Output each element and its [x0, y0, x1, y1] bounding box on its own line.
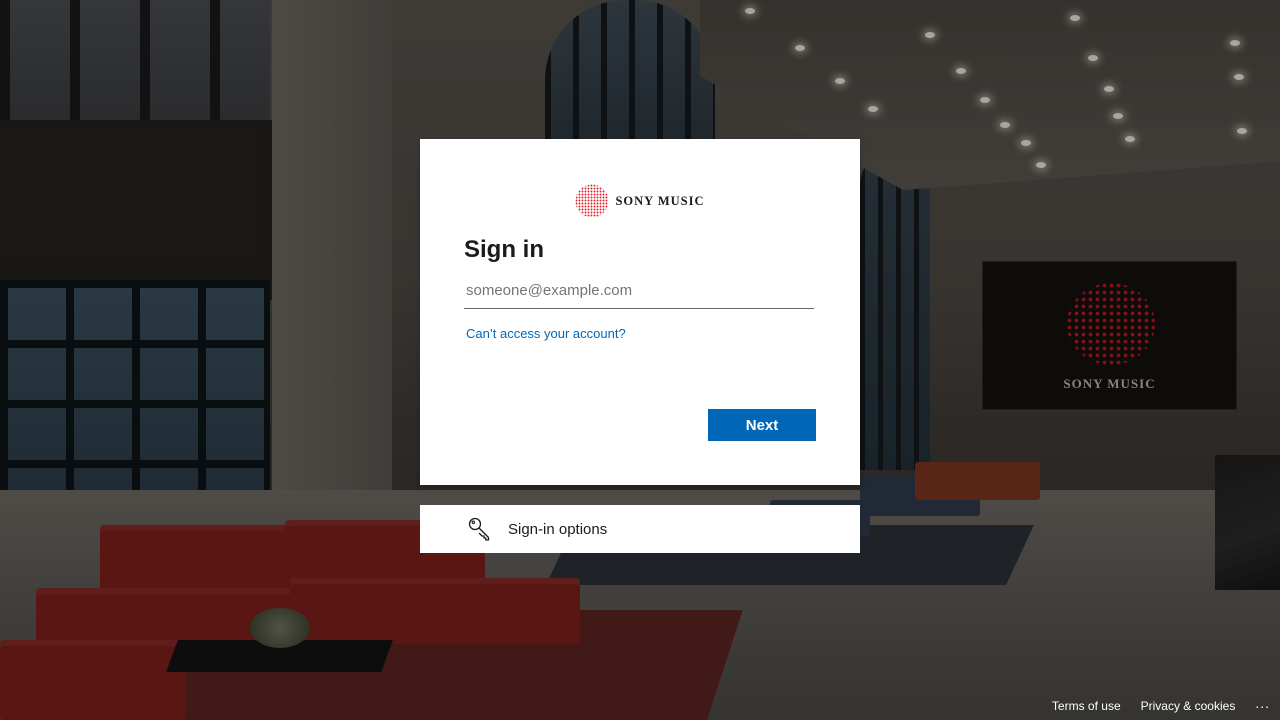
logo-text: SONY MUSIC [615, 193, 705, 208]
company-logo: SONY MUSIC [464, 183, 816, 219]
privacy-cookies-link[interactable]: Privacy & cookies [1141, 699, 1236, 713]
more-options-icon[interactable]: ... [1255, 695, 1270, 717]
signin-options-button[interactable]: Sign-in options [420, 505, 860, 553]
signin-options-label: Sign-in options [508, 520, 608, 538]
cant-access-account-link[interactable]: Can’t access your account? [466, 326, 626, 341]
page-title: Sign in [464, 236, 544, 263]
signin-card: SONY MUSIC Sign in Can’t access your acc… [420, 139, 860, 485]
sony-music-dots-icon [575, 184, 609, 218]
footer: Terms of use Privacy & cookies ... [1052, 692, 1280, 720]
email-field-wrapper [464, 273, 816, 309]
terms-of-use-link[interactable]: Terms of use [1052, 699, 1121, 713]
key-icon [468, 517, 490, 541]
next-button[interactable]: Next [708, 409, 816, 441]
email-input[interactable] [464, 273, 814, 309]
